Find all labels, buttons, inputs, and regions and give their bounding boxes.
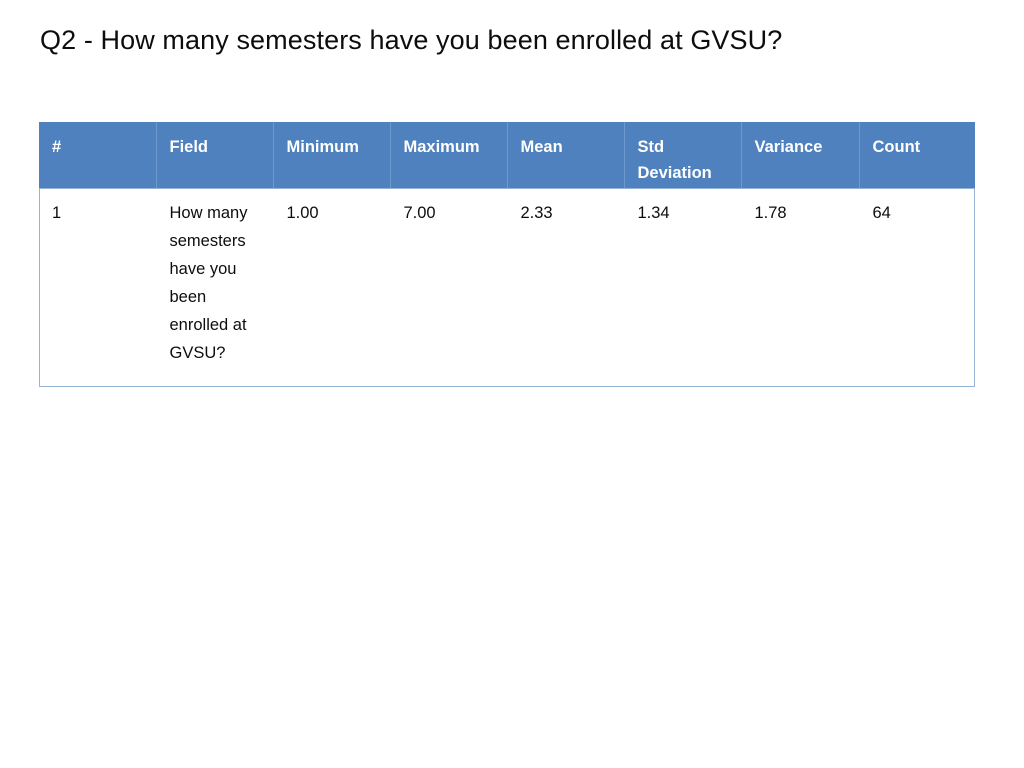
column-header-count: Count bbox=[859, 122, 975, 188]
cell-std-deviation: 1.34 bbox=[624, 188, 742, 387]
slide-canvas: Q2 - How many semesters have you been en… bbox=[0, 0, 1024, 768]
table-header: # Field Minimum Maximum Mean Std Deviati… bbox=[39, 122, 975, 188]
cell-minimum: 1.00 bbox=[273, 188, 391, 387]
column-header-maximum: Maximum bbox=[390, 122, 508, 188]
column-header-number: # bbox=[39, 122, 157, 188]
cell-number: 1 bbox=[39, 188, 157, 387]
column-header-variance: Variance bbox=[741, 122, 860, 188]
cell-field: How many semesters have you been enrolle… bbox=[156, 188, 274, 387]
column-header-std-deviation: Std Deviation bbox=[624, 122, 742, 188]
table-row: 1 How many semesters have you been enrol… bbox=[39, 188, 976, 387]
statistics-table: # Field Minimum Maximum Mean Std Deviati… bbox=[39, 122, 976, 387]
table-body: 1 How many semesters have you been enrol… bbox=[39, 188, 976, 387]
cell-field-text: How many semesters have you been enrolle… bbox=[169, 204, 248, 362]
page-title: Q2 - How many semesters have you been en… bbox=[40, 25, 783, 55]
column-header-minimum: Minimum bbox=[273, 122, 391, 188]
cell-mean: 2.33 bbox=[507, 188, 625, 387]
cell-maximum: 7.00 bbox=[390, 188, 508, 387]
table-header-row: # Field Minimum Maximum Mean Std Deviati… bbox=[39, 122, 975, 188]
cell-variance: 1.78 bbox=[741, 188, 860, 387]
column-header-mean: Mean bbox=[507, 122, 625, 188]
column-header-field: Field bbox=[156, 122, 274, 188]
cell-count: 64 bbox=[859, 188, 976, 387]
